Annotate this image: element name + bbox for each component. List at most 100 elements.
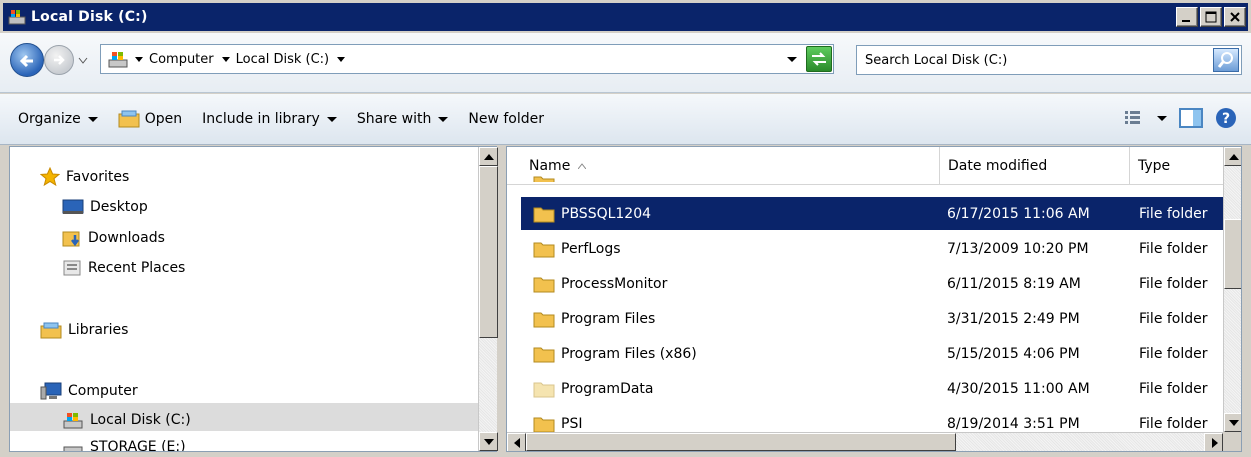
table-row[interactable]: PBSSQL1204 6/17/2015 11:06 AM File folder <box>521 197 1223 230</box>
local-disk-icon <box>63 413 83 429</box>
table-row[interactable]: PerfLogs 7/13/2009 10:20 PM File folder <box>521 232 1223 265</box>
file-name: PBSSQL1204 <box>561 205 652 222</box>
breadcrumb-local-disk[interactable]: Local Disk (C:) <box>221 52 329 67</box>
scroll-up-button[interactable] <box>479 147 498 166</box>
cell-type: File folder <box>1139 302 1208 335</box>
preview-pane-icon[interactable] <box>1179 108 1203 128</box>
scroll-corner <box>1223 432 1241 451</box>
file-list-vscrollbar[interactable] <box>1223 147 1241 432</box>
refresh-button[interactable] <box>806 46 832 72</box>
search-input[interactable]: Search Local Disk (C:) <box>856 45 1242 75</box>
local-disk-icon <box>8 10 26 25</box>
nav-label: Desktop <box>90 199 148 215</box>
organize-label: Organize <box>18 111 81 127</box>
file-name: ProcessMonitor <box>561 275 668 292</box>
recent-pages-dropdown-icon[interactable] <box>78 57 88 65</box>
chevron-down-icon[interactable] <box>1157 114 1167 122</box>
folder-icon <box>533 347 555 362</box>
table-row[interactable]: Program Files 3/31/2015 2:49 PM File folde… <box>521 302 1223 335</box>
file-date: 7/13/2009 10:20 PM <box>947 240 1089 257</box>
new-folder-label: New folder <box>468 111 545 127</box>
back-arrow-icon <box>19 54 33 68</box>
file-date: 3/31/2015 2:49 PM <box>947 310 1080 327</box>
breadcrumb-label: Computer <box>149 51 214 67</box>
file-list-hscrollbar[interactable] <box>507 432 1223 451</box>
nav-label: Libraries <box>68 322 129 338</box>
file-list[interactable]: Name Date modified Type PBSSQL1204 6/17/2… <box>506 146 1242 452</box>
cell-type: File folder <box>1139 372 1208 405</box>
cell-date: 6/17/2015 11:06 AM <box>947 197 1090 230</box>
file-type: File folder <box>1139 345 1208 362</box>
help-icon[interactable]: ? <box>1215 107 1237 129</box>
forward-button[interactable] <box>44 45 74 75</box>
close-icon <box>1230 12 1240 22</box>
include-in-library-button[interactable]: Include in library <box>202 111 337 127</box>
scroll-up-button[interactable] <box>1224 147 1241 166</box>
cell-type: File folder <box>1139 197 1208 230</box>
cell-name: PerfLogs <box>533 232 621 265</box>
chevron-down-icon[interactable] <box>337 55 346 63</box>
search-button[interactable] <box>1213 48 1239 72</box>
folder-icon <box>533 207 555 222</box>
scroll-right-button[interactable] <box>1204 433 1223 451</box>
file-name: PSI <box>561 415 583 432</box>
scroll-thumb[interactable] <box>526 433 956 451</box>
recent-places-icon <box>63 260 81 276</box>
organize-button[interactable]: Organize <box>18 111 98 127</box>
scroll-down-button[interactable] <box>479 432 498 451</box>
nav-recent-places[interactable]: Recent Places <box>62 259 185 277</box>
title-bar[interactable]: Local Disk (C:) <box>0 0 1251 33</box>
nav-label: STORAGE (E:) <box>90 439 186 451</box>
nav-scrollbar[interactable] <box>478 147 498 451</box>
nav-label: Recent Places <box>88 260 186 276</box>
minimize-button[interactable] <box>1176 7 1198 27</box>
table-row[interactable] <box>521 170 1223 182</box>
file-date: 6/11/2015 8:19 AM <box>947 275 1081 292</box>
scroll-down-button[interactable] <box>1224 413 1241 432</box>
new-folder-button[interactable]: New folder <box>468 111 544 127</box>
share-with-label: Share with <box>356 111 432 127</box>
nav-label: Favorites <box>66 169 130 185</box>
nav-favorites[interactable]: Favorites <box>40 167 129 187</box>
nav-local-disk[interactable]: Local Disk (C:) <box>62 410 191 430</box>
table-row[interactable]: Program Files (x86) 5/15/2015 4:06 PM File… <box>521 337 1223 370</box>
search-placeholder: Search Local Disk (C:) <box>865 52 1008 68</box>
nav-libraries[interactable]: Libraries <box>40 321 128 339</box>
share-with-button[interactable]: Share with <box>357 111 449 127</box>
close-button[interactable] <box>1224 7 1246 27</box>
nav-computer[interactable]: Computer <box>40 381 138 401</box>
cell-name: PBSSQL1204 <box>533 197 651 230</box>
arrow-up-icon <box>484 154 494 160</box>
nav-storage[interactable]: STORAGE (E:) <box>62 439 186 451</box>
maximize-button[interactable] <box>1200 7 1222 27</box>
breadcrumb-computer[interactable]: Computer <box>135 52 214 67</box>
cell-date: 4/30/2015 11:00 AM <box>947 372 1090 405</box>
cell-type: File folder <box>1139 267 1208 300</box>
downloads-folder-icon <box>62 231 80 247</box>
table-row[interactable]: ProcessMonitor 6/11/2015 8:19 AM File fold… <box>521 267 1223 300</box>
scroll-left-button[interactable] <box>507 433 526 451</box>
table-row[interactable]: ProgramData 4/30/2015 11:00 AM File folder <box>521 372 1223 405</box>
search-icon <box>1217 52 1233 68</box>
refresh-icon <box>812 52 826 66</box>
back-button[interactable] <box>10 43 44 77</box>
view-options-icon[interactable] <box>1123 109 1145 127</box>
star-icon <box>40 167 60 187</box>
scroll-thumb[interactable] <box>479 166 498 338</box>
scroll-thumb[interactable] <box>1224 219 1241 289</box>
libraries-icon <box>40 322 62 339</box>
navigation-pane[interactable]: Favorites Desktop Downloads Recent Place… <box>9 146 498 452</box>
open-button[interactable]: Open <box>118 110 182 128</box>
file-date: 8/19/2014 3:51 PM <box>947 415 1080 432</box>
address-dropdown-icon[interactable] <box>787 55 797 63</box>
address-bar[interactable]: Computer Local Disk (C:) <box>100 44 834 74</box>
cell-name: ProgramData <box>533 372 654 405</box>
nav-downloads[interactable]: Downloads <box>62 229 165 247</box>
svg-text:?: ? <box>1222 111 1230 127</box>
nav-desktop[interactable]: Desktop <box>62 199 148 215</box>
cell-date: 7/13/2009 10:20 PM <box>947 232 1089 265</box>
folder-icon <box>533 176 555 182</box>
file-name: PerfLogs <box>561 240 621 257</box>
chevron-down-icon <box>221 57 230 62</box>
arrow-left-icon <box>514 438 520 448</box>
